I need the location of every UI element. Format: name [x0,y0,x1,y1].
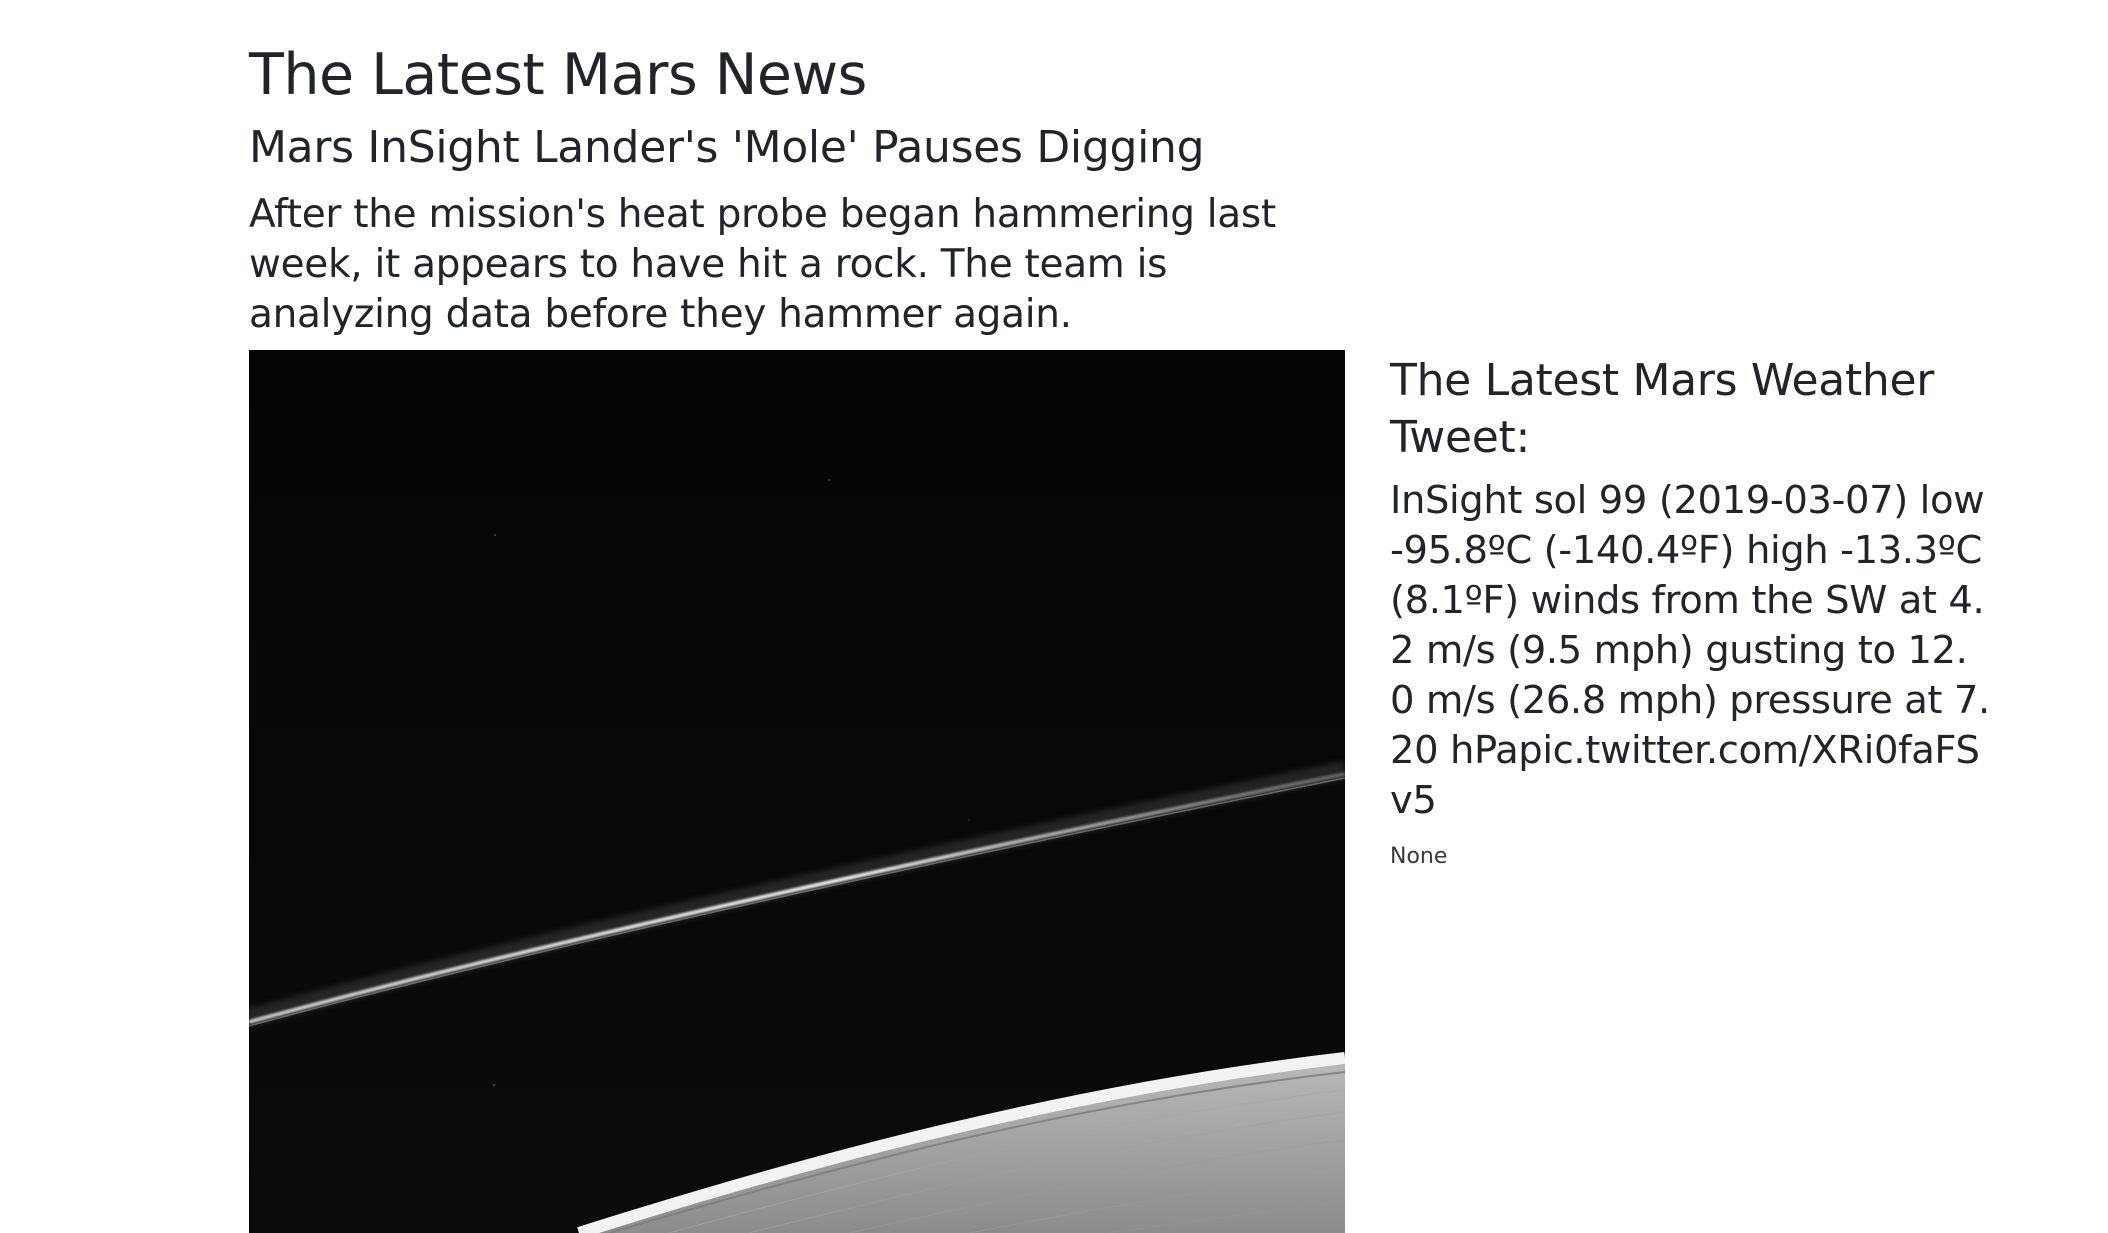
news-article-teaser: After the mission's heat probe began ham… [249,192,1276,337]
featured-image [249,350,1345,1233]
featured-image-graphic [249,350,1345,1233]
weather-tweet-text: InSight sol 99 (2019-03-07) low -95.8ºC … [1390,478,1990,823]
weather-extra-text: None [1390,844,1448,869]
news-article-title: Mars InSight Lander's 'Mole' Pauses Digg… [249,122,1205,173]
page: The Latest Mars News Mars InSight Lander… [0,0,2108,1233]
weather-section-heading: The Latest Mars Weather Tweet: [1390,355,1935,463]
news-section-heading: The Latest Mars News [249,42,867,108]
